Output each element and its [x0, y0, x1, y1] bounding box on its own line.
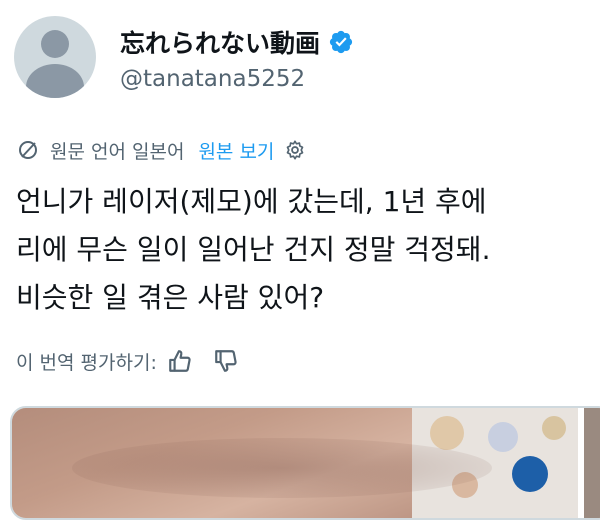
translation-info-row: 원문 언어 일본어 원본 보기 [16, 136, 306, 164]
tweet-text-line: 비슷한 일 겪은 사람 있어? [16, 281, 325, 314]
media-pattern-dot [488, 422, 518, 452]
display-name-row[interactable]: 忘れられない動画 [120, 24, 354, 60]
media-second-photo[interactable] [584, 408, 600, 518]
tweet-text-line: 리에 무슨 일이 일어난 건지 정말 걱정돼. [16, 233, 491, 266]
thumbs-up-icon[interactable] [167, 348, 193, 374]
avatar-head-shape [41, 30, 69, 58]
tweet-text-line: 언니가 레이저(제모)에 갔는데, 1년 후에 [16, 185, 487, 218]
display-name[interactable]: 忘れられない動画 [120, 24, 320, 60]
verified-badge-icon [329, 30, 353, 54]
thumbs-down-icon[interactable] [213, 348, 239, 374]
user-handle[interactable]: @tanatana5252 [120, 66, 305, 92]
media-pattern-dot [430, 416, 464, 450]
source-language-text: 원문 언어 일본어 [50, 140, 185, 163]
tweet-header: 忘れられない動画 @tanatana5252 [14, 16, 584, 100]
rate-translation-label: 이 번역 평가하기: [16, 351, 157, 374]
tweet-media[interactable] [10, 406, 600, 520]
media-photo-shadow [72, 438, 492, 498]
avatar[interactable] [14, 16, 96, 98]
translate-icon [19, 141, 37, 159]
show-original-link[interactable]: 원본 보기 [198, 137, 274, 164]
media-pattern-dot [542, 416, 566, 440]
media-pattern-dot [512, 456, 548, 492]
tweet-text: 언니가 레이저(제모)에 갔는데, 1년 후에 리에 무슨 일이 일어난 건지 … [16, 178, 594, 322]
gear-icon[interactable] [284, 139, 306, 161]
avatar-body-shape [26, 64, 84, 98]
rate-translation-row: 이 번역 평가하기: [16, 346, 239, 376]
